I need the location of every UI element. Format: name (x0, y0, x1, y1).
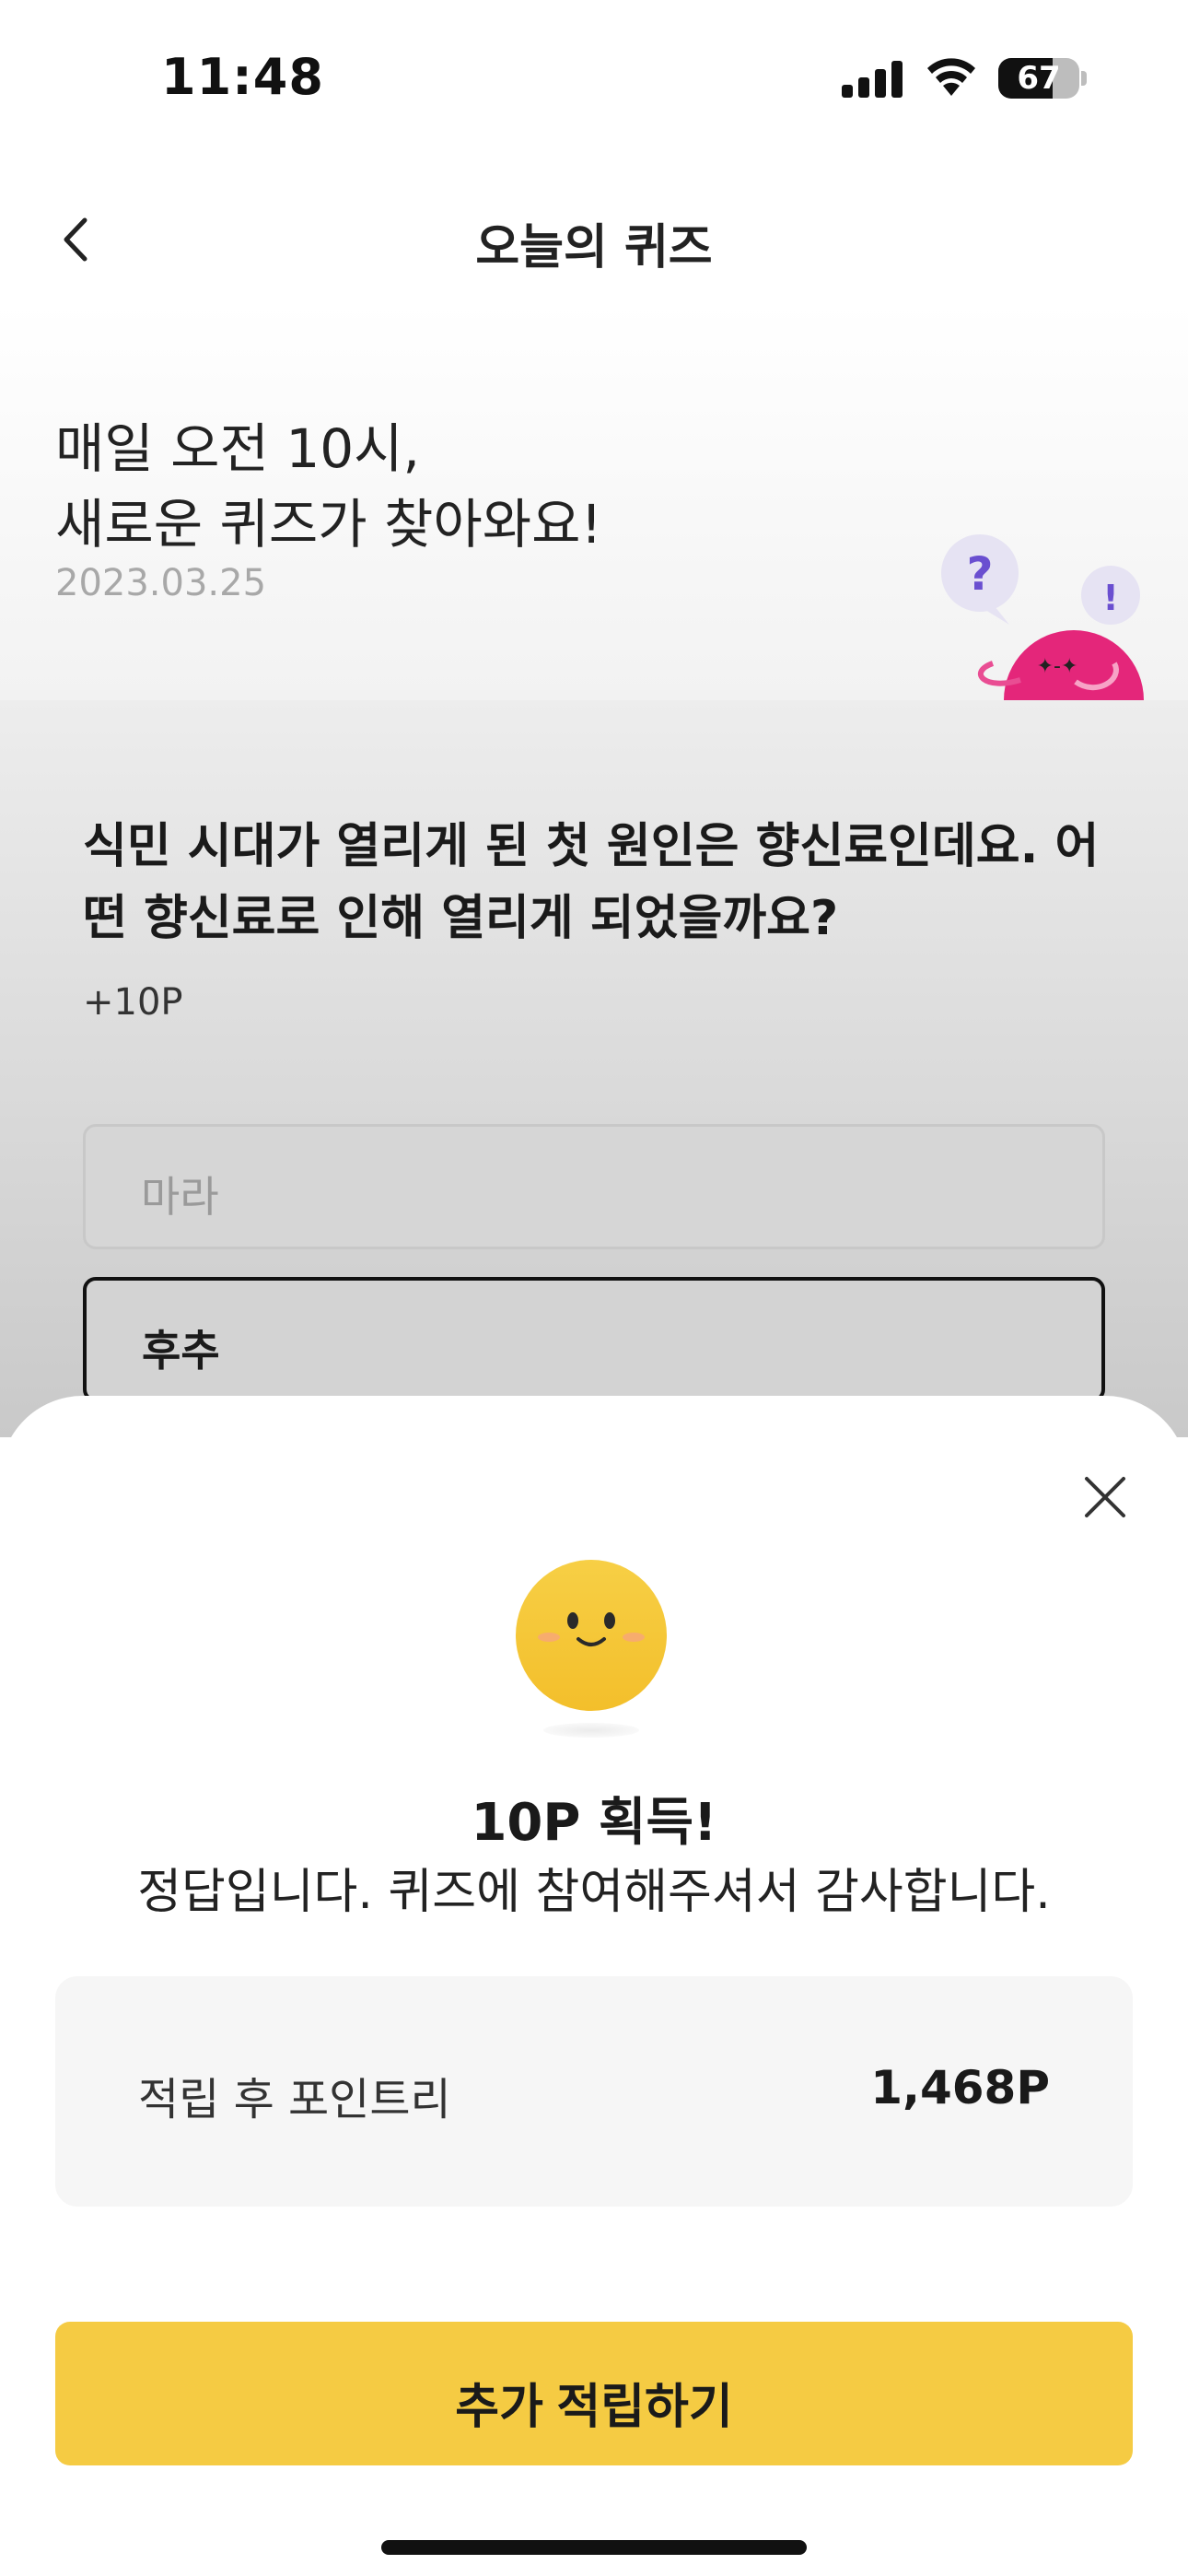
result-bottom-sheet: 10P 획득! 정답입니다. 퀴즈에 참여해주셔서 감사합니다. 적립 후 포인… (0, 1396, 1188, 2576)
earn-more-button[interactable]: 추가 적립하기 (55, 2322, 1133, 2465)
option-label: 마라 (141, 1172, 219, 1222)
result-title: 10P 획득! (471, 1793, 717, 1853)
wifi-icon (927, 58, 975, 96)
battery-level: 67 (1017, 60, 1061, 97)
quiz-date: 2023.03.25 (55, 562, 267, 604)
battery-cap (1081, 71, 1087, 86)
signal-icon (842, 61, 904, 98)
bubble-exclamation-mark: ! (1102, 578, 1118, 618)
intro-line-1: 매일 오전 10시, (55, 417, 420, 480)
points-label: 적립 후 포인트리 (138, 2074, 451, 2125)
intro-line-2: 새로운 퀴즈가 찾아와요! (55, 493, 602, 556)
close-icon[interactable] (1077, 1469, 1133, 1525)
status-time: 11:48 (161, 48, 324, 106)
result-message: 정답입니다. 퀴즈에 참여해주셔서 감사합니다. (137, 1865, 1051, 1920)
quiz-option-1[interactable]: 마라 (83, 1124, 1105, 1249)
quiz-question: 식민 시대가 열리게 된 첫 원인은 향신료인데요. 어떤 향신료로 인해 열리… (83, 819, 1100, 946)
quiz-section: 식민 시대가 열리게 된 첫 원인은 향신료인데요. 어떤 향신료로 인해 열리… (0, 700, 1188, 1437)
points-summary: 적립 후 포인트리 1,468P (55, 1976, 1133, 2207)
svg-text:✦-✦: ✦-✦ (1037, 655, 1078, 678)
status-bar: 11:48 67 (0, 0, 1188, 157)
mascot-illustration: ? ! ✦-✦ (941, 534, 1144, 700)
smiley-shadow (543, 1723, 639, 1738)
quiz-option-2[interactable]: 후추 (83, 1277, 1105, 1402)
page-title: 오늘의 퀴즈 (475, 220, 713, 275)
nav-bar: 오늘의 퀴즈 (0, 184, 1188, 295)
quiz-points: +10P (83, 981, 183, 1024)
points-value: 1,468P (870, 2061, 1050, 2114)
home-indicator (381, 2540, 807, 2555)
intro-banner: 매일 오전 10시, 새로운 퀴즈가 찾아와요! 2023.03.25 ? ! … (0, 304, 1188, 700)
battery-icon: 67 (998, 58, 1079, 99)
smiley-icon (516, 1560, 667, 1711)
earn-more-button-label: 추가 적립하기 (455, 2381, 733, 2434)
bubble-question-mark: ? (966, 547, 993, 601)
option-label: 후추 (142, 1326, 220, 1376)
